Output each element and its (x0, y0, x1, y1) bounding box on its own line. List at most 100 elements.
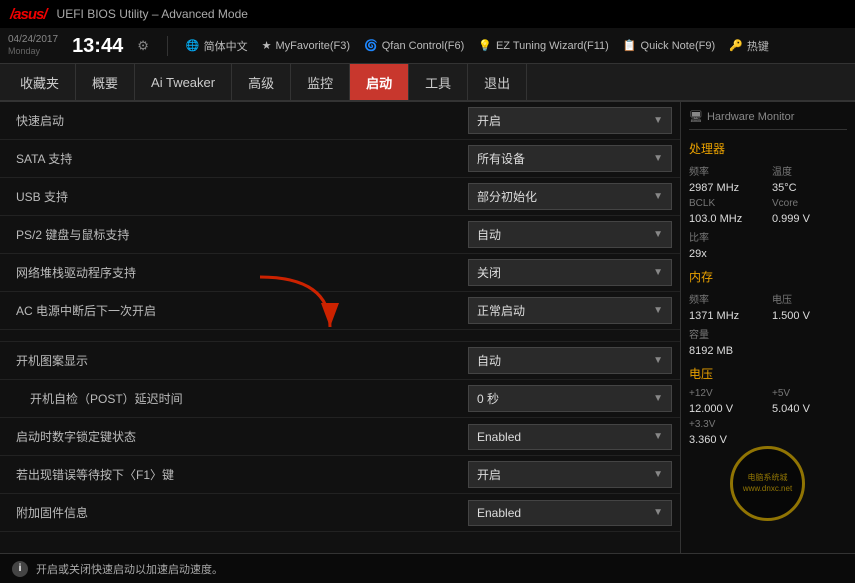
ez-tuning-button[interactable]: 💡 EZ Tuning Wizard(F11) (478, 39, 609, 52)
network-stack-dropdown[interactable]: 关闭 ▼ (468, 259, 672, 286)
ac-power-dropdown[interactable]: 正常启动 ▼ (468, 297, 672, 324)
fan-icon: 🌀 (364, 39, 378, 52)
setting-value: 自动 ▼ (460, 343, 680, 378)
nav-menu: 收藏夹 概要 Ai Tweaker 高级 监控 启动 工具 退出 (0, 64, 855, 102)
gear-icon[interactable]: ⚙ (137, 38, 149, 54)
nav-item-tools[interactable]: 工具 (409, 64, 468, 100)
cpu-vcore-value: 0.999 V (772, 213, 847, 225)
addon-firmware-dropdown[interactable]: Enabled ▼ (468, 500, 672, 526)
setting-f1-wait[interactable]: 若出现错误等待按下〈F1〉键 开启 ▼ (0, 456, 680, 494)
nav-item-favorites[interactable]: 收藏夹 (4, 64, 76, 100)
setting-label: SATA 支持 (0, 142, 460, 175)
nav-item-ai-tweaker[interactable]: Ai Tweaker (135, 64, 232, 100)
numlock-dropdown[interactable]: Enabled ▼ (468, 424, 672, 450)
ps2-dropdown[interactable]: 自动 ▼ (468, 221, 672, 248)
v12-label: +12V (689, 388, 764, 399)
quick-note-button[interactable]: 📋 Quick Note(F9) (623, 39, 715, 52)
cpu-ratio-value: 29x (689, 248, 764, 260)
setting-value: Enabled ▼ (460, 496, 680, 530)
cpu-section-title: 处理器 (689, 140, 847, 157)
monitor-icon: 🖥 (689, 110, 703, 123)
cpu-freq-label: 频率 (689, 163, 764, 178)
day: Monday (8, 46, 58, 57)
star-icon: ★ (262, 39, 272, 52)
v33-value: 3.360 V (689, 434, 847, 446)
left-panel: 快速启动 开启 ▼ SATA 支持 所有设备 ▼ USB 支持 部分初始 (0, 102, 680, 553)
setting-ac-power[interactable]: AC 电源中断后下一次开启 正常启动 ▼ (0, 292, 680, 330)
info-icon: i (12, 561, 28, 577)
note-icon: 📋 (623, 39, 637, 52)
setting-usb[interactable]: USB 支持 部分初始化 ▼ (0, 178, 680, 216)
top-bar: 04/24/2017 Monday 13:44 ⚙ 🌐 简体中文 ★ MyFav… (0, 28, 855, 64)
setting-numlock[interactable]: 启动时数字锁定键状态 Enabled ▼ (0, 418, 680, 456)
setting-label: 开机自检（POST）延迟时间 (0, 382, 460, 415)
hotkey-button[interactable]: 🔑 热键 (729, 38, 769, 54)
setting-label: PS/2 键盘与鼠标支持 (0, 218, 460, 251)
cpu-ratio-label: 比率 (689, 229, 764, 244)
chevron-down-icon: ▼ (653, 153, 663, 164)
nav-item-advanced[interactable]: 高级 (232, 64, 291, 100)
setting-boot-logo[interactable]: 开机图案显示 自动 ▼ (0, 342, 680, 380)
setting-network-stack[interactable]: 网络堆栈驱动程序支持 关闭 ▼ (0, 254, 680, 292)
cpu-ratio-empty (772, 229, 847, 244)
voltage-grid: +12V +5V 12.000 V 5.040 V +3.3V 3.360 V (689, 388, 847, 446)
asus-logo: /asus/ (10, 6, 47, 23)
myfavorite-button[interactable]: ★ MyFavorite(F3) (262, 39, 350, 52)
chevron-down-icon: ▼ (653, 267, 663, 278)
setting-label: AC 电源中断后下一次开启 (0, 294, 460, 327)
setting-value: 自动 ▼ (460, 217, 680, 252)
chevron-down-icon: ▼ (653, 469, 663, 480)
nav-item-monitor[interactable]: 监控 (291, 64, 350, 100)
v12-value: 12.000 V (689, 403, 764, 415)
setting-label: 附加固件信息 (0, 496, 460, 529)
nav-item-overview[interactable]: 概要 (76, 64, 135, 100)
chevron-down-icon: ▼ (653, 229, 663, 240)
nav-item-boot[interactable]: 启动 (350, 64, 409, 100)
qfan-button[interactable]: 🌀 Qfan Control(F6) (364, 39, 464, 52)
v5-value: 5.040 V (772, 403, 847, 415)
main-content: 快速启动 开启 ▼ SATA 支持 所有设备 ▼ USB 支持 部分初始 (0, 102, 855, 553)
setting-addon-firmware[interactable]: 附加固件信息 Enabled ▼ (0, 494, 680, 532)
ram-volt-value: 1.500 V (772, 310, 847, 322)
chevron-down-icon: ▼ (653, 115, 663, 126)
cpu-vcore-label: Vcore (772, 198, 847, 209)
ram-section-title: 内存 (689, 268, 847, 285)
usb-dropdown[interactable]: 部分初始化 ▼ (468, 183, 672, 210)
spacer-row (0, 330, 680, 342)
ram-volt-label: 电压 (772, 291, 847, 306)
boot-logo-dropdown[interactable]: 自动 ▼ (468, 347, 672, 374)
hw-monitor-title: 🖥 Hardware Monitor (689, 110, 847, 130)
sata-dropdown[interactable]: 所有设备 ▼ (468, 145, 672, 172)
setting-post-delay[interactable]: 开机自检（POST）延迟时间 0 秒 ▼ (0, 380, 680, 418)
voltage-section-title: 电压 (689, 365, 847, 382)
setting-value: 部分初始化 ▼ (460, 179, 680, 214)
setting-ps2[interactable]: PS/2 键盘与鼠标支持 自动 ▼ (0, 216, 680, 254)
post-delay-dropdown[interactable]: 0 秒 ▼ (468, 385, 672, 412)
hardware-monitor-panel: 🖥 Hardware Monitor 处理器 频率 温度 2987 MHz 35… (680, 102, 855, 553)
chevron-down-icon: ▼ (653, 393, 663, 404)
cpu-temp-value: 35°C (772, 182, 847, 194)
setting-label: USB 支持 (0, 180, 460, 213)
v33-label: +3.3V (689, 419, 847, 430)
nav-item-exit[interactable]: 退出 (468, 64, 527, 100)
quick-boot-dropdown[interactable]: 开启 ▼ (468, 107, 672, 134)
language-button[interactable]: 🌐 简体中文 (186, 38, 248, 54)
title-bar: /asus/ UEFI BIOS Utility – Advanced Mode (0, 0, 855, 28)
watermark-circle: 电脑系统城www.dnxc.net (730, 446, 805, 521)
cpu-freq-value: 2987 MHz (689, 182, 764, 194)
chevron-down-icon: ▼ (653, 507, 663, 518)
chevron-down-icon: ▼ (653, 191, 663, 202)
setting-label: 快速启动 (0, 104, 460, 137)
setting-value: 所有设备 ▼ (460, 141, 680, 176)
ram-cap-label: 容量 (689, 326, 847, 341)
v5-label: +5V (772, 388, 847, 399)
status-bar: i 开启或关闭快速启动以加速启动速度。 (0, 553, 855, 583)
lightbulb-icon: 💡 (478, 39, 492, 52)
setting-sata[interactable]: SATA 支持 所有设备 ▼ (0, 140, 680, 178)
date: 04/24/2017 (8, 34, 58, 46)
setting-quick-boot[interactable]: 快速启动 开启 ▼ (0, 102, 680, 140)
status-text: 开启或关闭快速启动以加速启动速度。 (36, 561, 223, 577)
setting-value: 正常启动 ▼ (460, 293, 680, 328)
cpu-grid: 频率 温度 2987 MHz 35°C BCLK Vcore 103.0 MHz… (689, 163, 847, 260)
f1-wait-dropdown[interactable]: 开启 ▼ (468, 461, 672, 488)
